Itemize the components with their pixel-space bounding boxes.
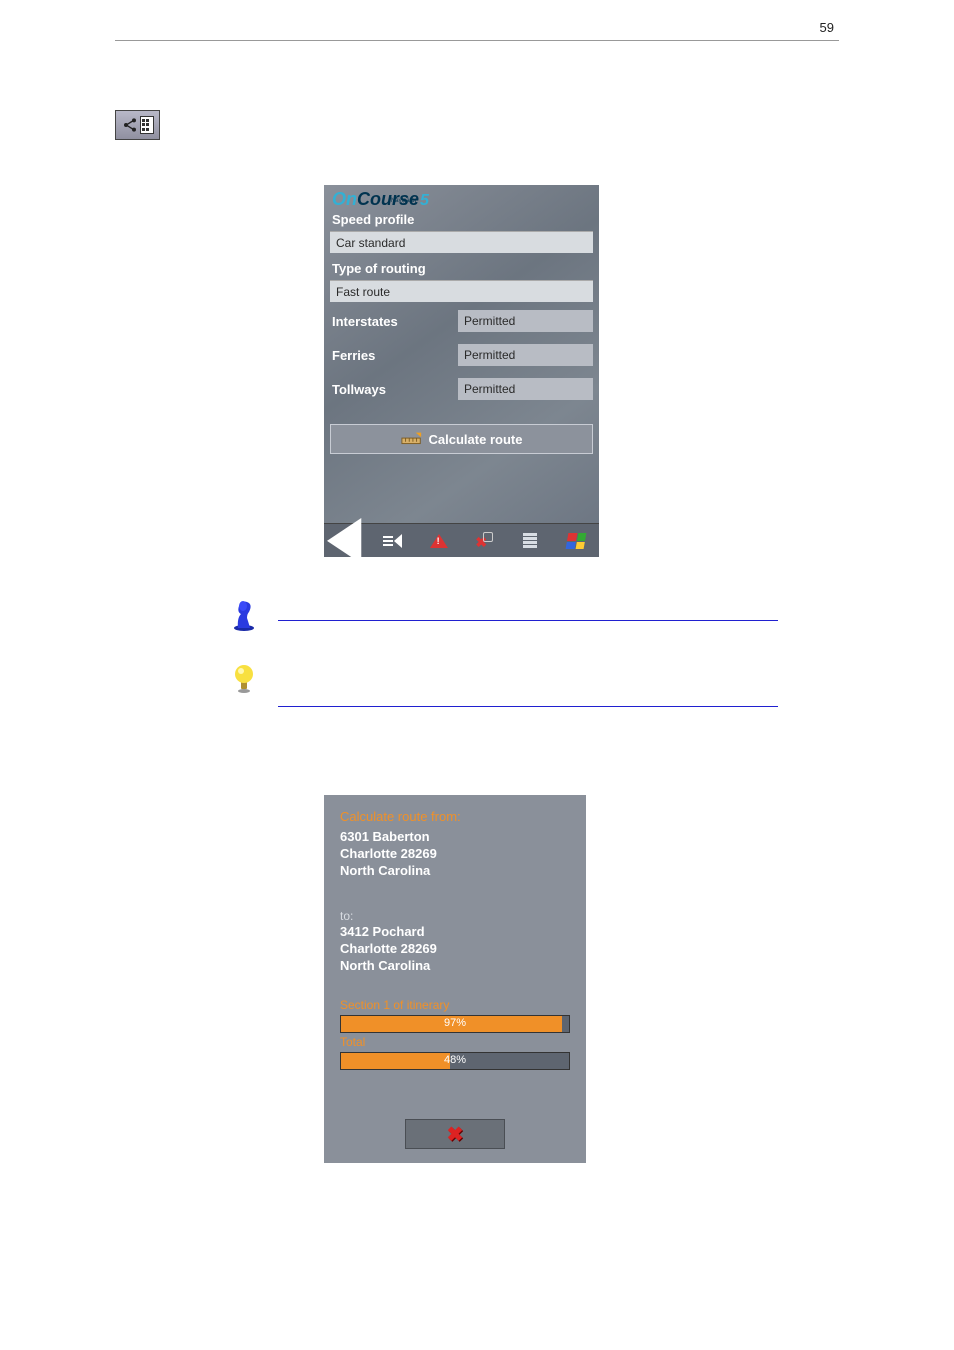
routing-options-screenshot: On Course 5 Navigator Speed profile Car …: [324, 185, 599, 557]
tollways-label: Tollways: [330, 382, 458, 397]
lightbulb-icon: [230, 660, 258, 694]
share-icon: [122, 117, 138, 133]
logo-on: On: [332, 189, 357, 210]
route-calc-icon: [115, 110, 160, 140]
section-progress-bar: 97%: [340, 1015, 570, 1033]
pawn-icon: [230, 598, 258, 632]
list-back-button[interactable]: [373, 527, 413, 555]
interstates-label: Interstates: [330, 314, 458, 329]
cancel-button[interactable]: ✖: [405, 1119, 505, 1149]
windows-icon: [566, 533, 587, 549]
logo-navigator: Navigator: [391, 198, 417, 204]
back-icon: [327, 518, 367, 564]
section-progress-label: Section 1 of itinerary: [340, 998, 570, 1012]
warning-icon: [430, 534, 448, 548]
ferries-label: Ferries: [330, 348, 458, 363]
header-rule: [115, 40, 839, 41]
layers-button[interactable]: [510, 527, 550, 555]
app-logo: On Course 5 Navigator: [324, 185, 599, 210]
ruler-icon: [401, 432, 423, 446]
total-progress-text: 48%: [341, 1054, 569, 1066]
logo-5: 5: [420, 192, 429, 210]
total-progress-label: Total: [340, 1035, 570, 1049]
windows-button[interactable]: [556, 527, 596, 555]
bottom-toolbar: ✖: [324, 523, 599, 557]
type-of-routing-select[interactable]: Fast route: [330, 280, 593, 302]
page-number: 59: [820, 20, 834, 35]
close-icon: ✖: [447, 1122, 464, 1147]
section-progress-text: 97%: [341, 1017, 569, 1029]
ferries-select[interactable]: Permitted: [458, 344, 593, 366]
layers-icon: [523, 533, 537, 548]
calc-from-title: Calculate route from:: [340, 809, 570, 824]
calculate-route-label: Calculate route: [429, 432, 523, 447]
total-progress-bar: 48%: [340, 1052, 570, 1070]
route-progress-screenshot: Calculate route from: 6301 Baberton Char…: [324, 795, 586, 1163]
to-label: to:: [340, 909, 570, 923]
speed-profile-select[interactable]: Car standard: [330, 231, 593, 253]
note-rule: [278, 620, 778, 621]
interstates-select[interactable]: Permitted: [458, 310, 593, 332]
back-button[interactable]: [327, 527, 367, 555]
to-address-line1: 3412 Pochard: [340, 923, 570, 940]
calculator-icon: [140, 116, 154, 134]
speed-profile-label: Speed profile: [324, 210, 599, 229]
note-row-bulb: [230, 660, 778, 707]
list-back-icon: [383, 534, 402, 548]
to-address-line3: North Carolina: [340, 957, 570, 974]
to-address-line2: Charlotte 28269: [340, 940, 570, 957]
note-rule: [278, 706, 778, 707]
from-address-line2: Charlotte 28269: [340, 845, 570, 862]
gps-off-icon: ✖: [475, 532, 493, 550]
note-row-pawn: [230, 598, 778, 632]
tollways-select[interactable]: Permitted: [458, 378, 593, 400]
from-address-line3: North Carolina: [340, 862, 570, 879]
type-of-routing-label: Type of routing: [324, 259, 599, 278]
from-address-line1: 6301 Baberton: [340, 828, 570, 845]
gps-off-button[interactable]: ✖: [464, 527, 504, 555]
calculate-route-button[interactable]: Calculate route: [330, 424, 593, 454]
warning-button[interactable]: [419, 527, 459, 555]
